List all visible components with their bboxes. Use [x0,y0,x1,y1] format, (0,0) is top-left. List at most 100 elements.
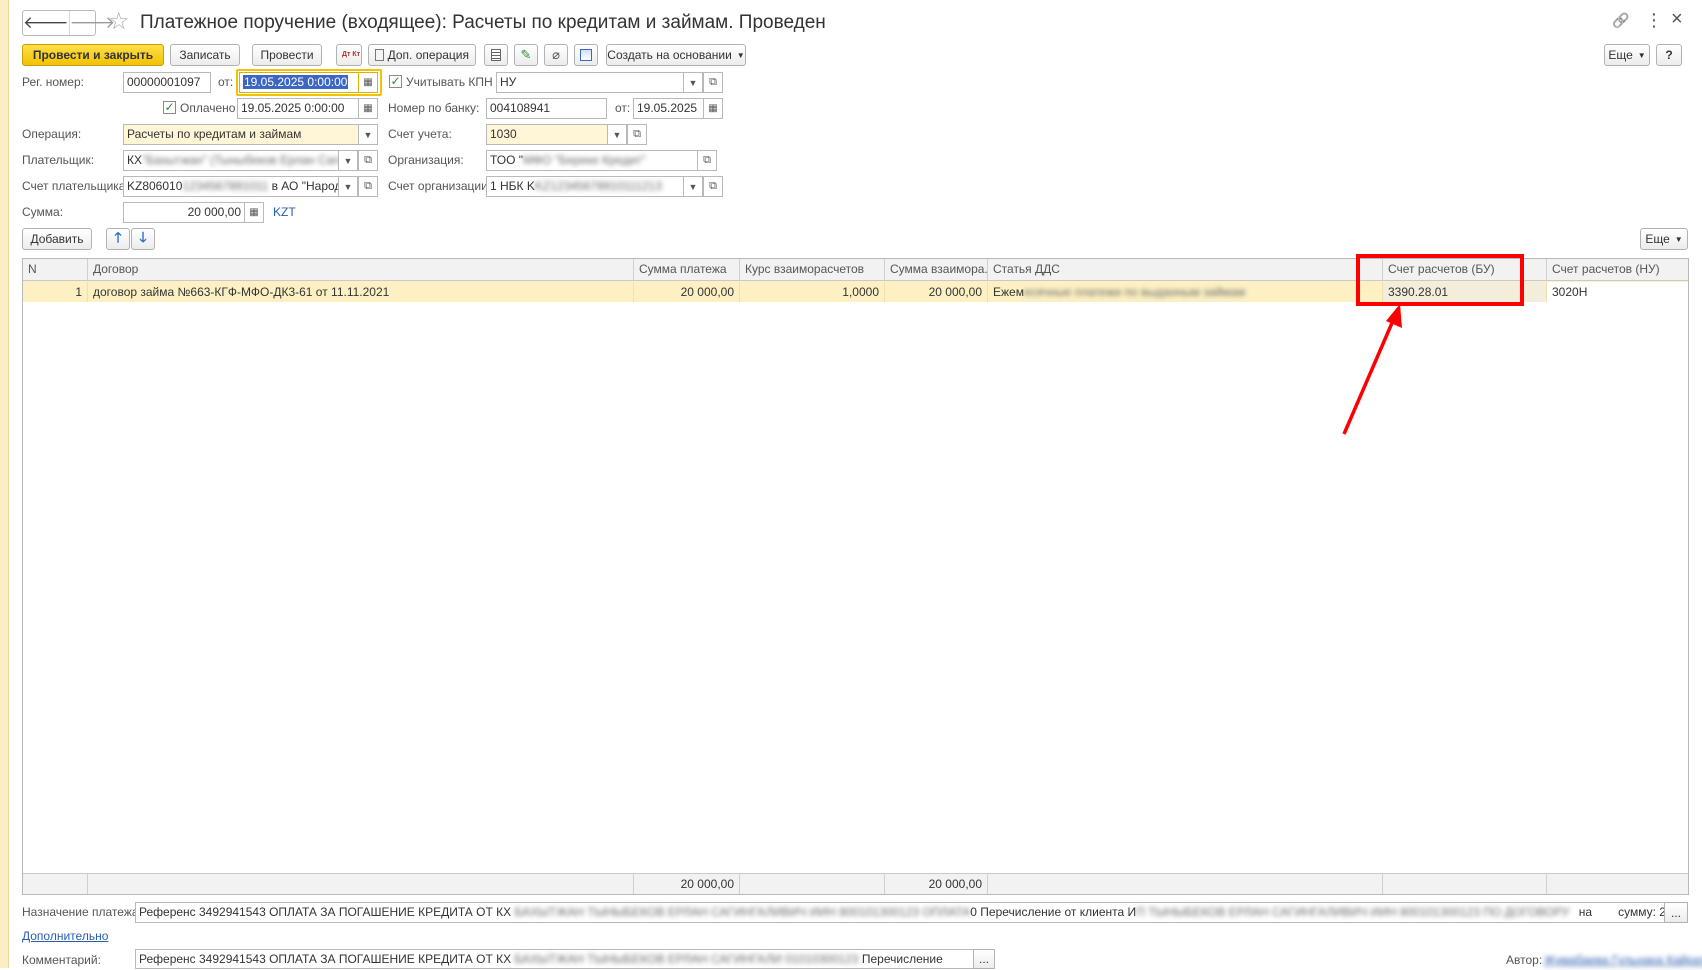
org-account-open[interactable]: ⧉ [703,176,723,197]
account-kpn-label: Учитывать КПН [406,75,493,89]
purpose-blurred-2: П ТЫНЫБЕКОВ ЕРЛАН САГИНГАЛИВИЧ ИИН 80010… [1136,905,1570,919]
move-down-button[interactable]: 🡓 [131,228,155,250]
sum-field[interactable]: 20 000,00 [123,202,245,223]
purpose-ellipsis-button[interactable]: ... [1664,902,1688,923]
move-up-button[interactable]: 🡑 [106,228,130,250]
column-header-settlement-sum[interactable]: Сумма взаимора... [885,259,988,281]
help-button[interactable]: ? [1656,44,1682,66]
post-and-close-button[interactable]: Провести и закрыть [22,44,164,66]
org-account-field[interactable]: 1 НБК KKZ12345678910111213 [486,176,684,197]
account-dropdown[interactable]: ▼ [607,124,627,145]
cell-rate[interactable]: 1,0000 [740,282,885,302]
footer-payment-sum-total: 20 000,00 [634,873,740,894]
account-kpn-dropdown[interactable]: ▼ [683,72,703,93]
org-account-blurred: KZ12345678910111213 [534,179,662,193]
column-header-dds-article[interactable]: Статья ДДС [988,259,1383,281]
operation-field[interactable]: Расчеты по кредитам и займам [123,124,359,145]
operation-dropdown[interactable]: ▼ [358,124,378,145]
open-window-icon: ⧉ [364,180,372,192]
calendar-icon: ▦ [363,103,373,114]
payer-open[interactable]: ⧉ [358,150,378,171]
column-header-account-nu[interactable]: Счет расчетов (НУ) [1547,259,1688,281]
cell-n[interactable]: 1 [23,282,88,302]
payer-account-field[interactable]: KZ8060101234567891011 в АО "Народный [123,176,339,197]
menu-dots-icon[interactable]: ⋮ [1645,10,1663,31]
list-button[interactable] [484,44,508,66]
footer-settlement-sum-total: 20 000,00 [885,873,988,894]
bank-date-field[interactable]: 19.05.2025 [633,98,705,119]
purpose-field[interactable]: Референс 3492941543 ОПЛАТА ЗА ПОГАШЕНИЕ … [135,902,1665,923]
cell-account-nu[interactable]: 3020Н [1547,282,1688,302]
column-header-n[interactable]: N [23,259,88,281]
calendar-button[interactable]: ▦ [358,72,378,93]
table-more-button[interactable]: Еще ▼ [1640,228,1688,250]
org-account-dropdown[interactable]: ▼ [683,176,703,197]
account-field[interactable]: 1030 [486,124,608,145]
structure-button[interactable] [574,44,598,66]
dt-kt-icon: Дт Кт [342,51,361,58]
cell-payment-sum[interactable]: 20 000,00 [634,282,740,302]
post-button[interactable]: Провести [252,44,322,66]
chevron-down-icon: ▼ [688,77,698,88]
bank-number-field[interactable]: 004108941 [486,98,607,119]
payer-field[interactable]: КХ"Бахытжан" (Тыныбеков Ерлан Сагингалив… [123,150,339,171]
column-header-contract[interactable]: Договор [88,259,634,281]
organization-open[interactable]: ⧉ [697,150,717,171]
comment-blurred: БАХЫТЖАН ТЫНЫБЕКОВ ЕРЛАН САГИНГАЛИ 01010… [511,952,859,966]
paid-date-field[interactable]: 19.05.2025 0:00:00 [237,98,359,119]
column-header-payment-sum[interactable]: Сумма платежа [634,259,740,281]
payer-account-value: KZ806010 [127,179,183,193]
purpose-part2: 0 Перечисление от клиента И [970,905,1137,919]
paid-checkbox[interactable]: ✓ [163,101,176,114]
window-title: Платежное поручение (входящее): Расчеты … [140,12,826,33]
account-open[interactable]: ⧉ [627,124,647,145]
more-button[interactable]: Еще ▼ [1604,44,1650,66]
account-kpn-checkbox[interactable]: ✓ [389,75,402,88]
edit-button[interactable]: ✎ [514,44,538,66]
comment-label: Комментарий: [22,953,101,967]
reg-number-field[interactable]: 00000001097 [123,72,211,93]
column-header-rate[interactable]: Курс взаиморасчетов [740,259,885,281]
save-button[interactable]: Записать [170,44,240,66]
purpose-part4: сумму: 20000,Код платежа 9000013, по дог… [1618,905,1664,919]
cell-dds-article[interactable]: Ежемесячные платежи по выданным займам [988,282,1383,302]
comment-ellipsis-button[interactable]: ... [973,949,995,969]
back-arrow-icon[interactable]: 🡐 [23,11,69,35]
date-field[interactable]: 19.05.2025 0:00:00 [239,72,359,93]
organization-value: ТОО " [490,153,524,167]
payer-dropdown[interactable]: ▼ [338,150,358,171]
payer-account-dropdown[interactable]: ▼ [338,176,358,197]
account-kpn-open[interactable]: ⧉ [703,72,723,93]
favorite-star-icon[interactable]: ☆ [108,8,130,36]
close-icon[interactable]: × [1671,8,1683,31]
create-based-on-button[interactable]: Создать на основании ▼ [606,44,746,66]
add-row-button[interactable]: Добавить [22,228,92,250]
payer-account-label: Счет плательщика: [22,179,129,193]
date-from-label: от: [218,75,234,89]
operation-label: Операция: [22,127,82,141]
arrow-up-icon: 🡑 [114,229,122,245]
open-window-icon: ⧉ [709,76,717,88]
author-link[interactable]: Жумабаева Гульнара Кайратовна [1544,950,1702,970]
bank-calendar-button[interactable]: ▦ [703,98,723,119]
additional-link[interactable]: Дополнительно [22,926,108,946]
paid-calendar-button[interactable]: ▦ [358,98,378,119]
link-icon[interactable]: 🔗 [1612,12,1629,29]
account-kpn-field[interactable]: НУ [496,72,684,93]
sum-calculator-button[interactable]: ▦ [244,202,264,223]
calendar-icon: ▦ [708,103,718,114]
payer-label: Плательщик: [22,153,95,167]
cell-settlement-sum[interactable]: 20 000,00 [885,282,988,302]
currency-link[interactable]: KZT [273,202,296,222]
cell-contract[interactable]: договор займа №663-КГФ-МФО-ДК3-61 от 11.… [88,282,634,302]
payer-account-open[interactable]: ⧉ [358,176,378,197]
extra-operation-button[interactable]: Доп. операция [368,44,476,66]
comment-field[interactable]: Референс 3492941543 ОПЛАТА ЗА ПОГАШЕНИЕ … [135,949,974,969]
date-value: 19.05.2025 0:00:00 [243,75,349,89]
dt-kt-button[interactable]: Дт Кт [336,44,362,66]
attach-button[interactable]: ⌀ [544,44,568,66]
org-account-value: 1 НБК K [490,179,535,193]
list-icon [491,49,501,61]
left-panel-strip [0,0,9,968]
organization-field[interactable]: ТОО "МФО "Береке Кредит" [486,150,698,171]
